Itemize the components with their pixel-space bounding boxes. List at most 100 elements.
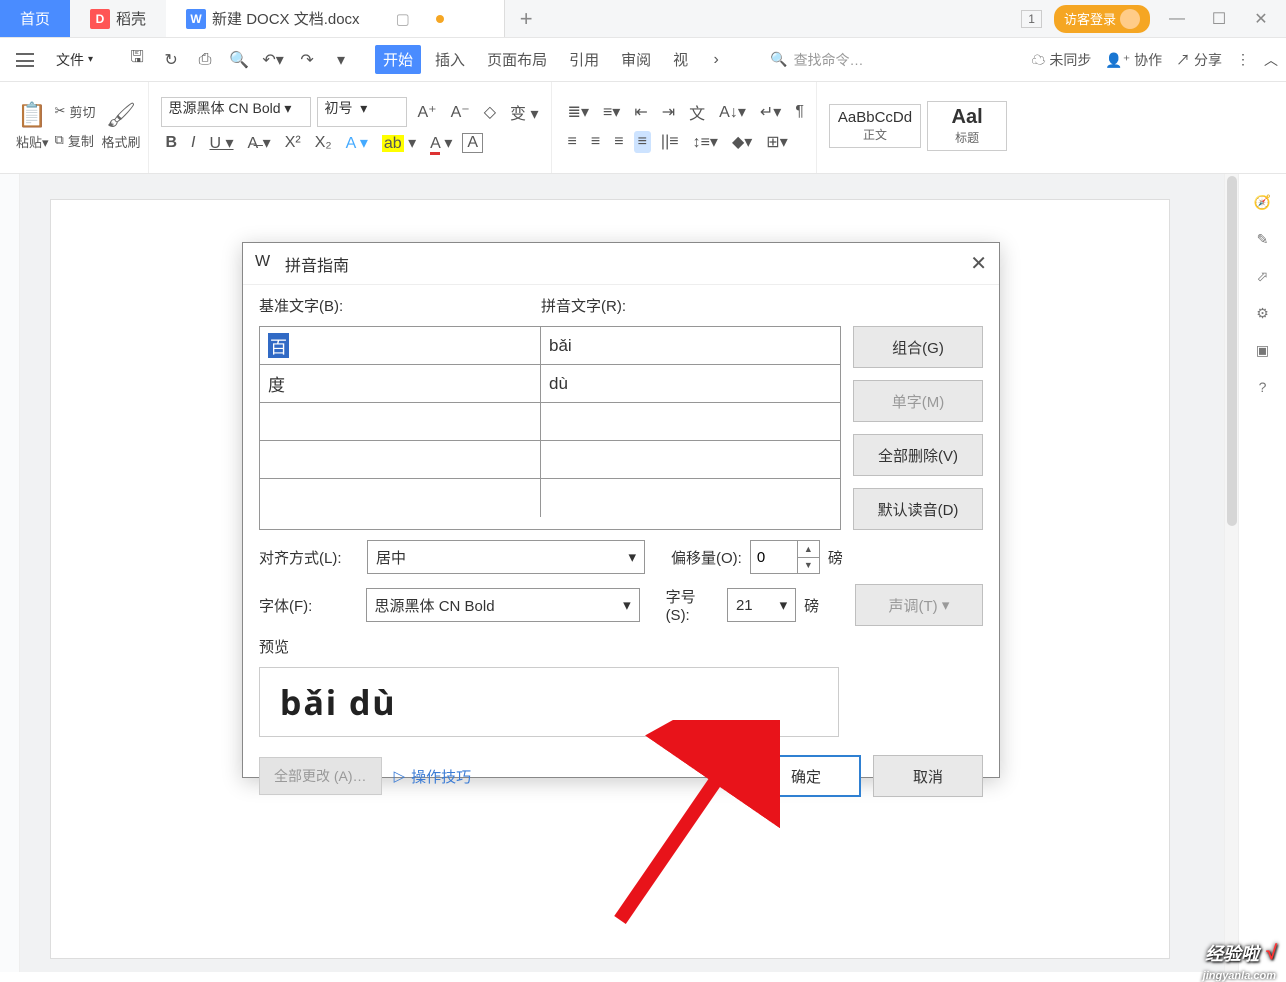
print-preview-icon[interactable]: 🔍 bbox=[225, 50, 253, 70]
menu-start[interactable]: 开始 bbox=[375, 45, 421, 74]
delete-all-button[interactable]: 全部删除(V) bbox=[853, 434, 983, 476]
menu-review[interactable]: 审阅 bbox=[613, 45, 659, 74]
align-right-button[interactable]: ≡ bbox=[610, 131, 627, 153]
menu-view[interactable]: 视 bbox=[665, 45, 696, 74]
number-list-button[interactable]: ≡▾ bbox=[599, 100, 624, 124]
distribute-button[interactable]: ||≡ bbox=[657, 131, 683, 153]
select-icon[interactable]: ⬀ bbox=[1257, 268, 1269, 285]
dialog-titlebar[interactable]: W 拼音指南 ✕ bbox=[243, 243, 999, 285]
tips-link[interactable]: ▷ 操作技巧 bbox=[394, 766, 472, 787]
paste-button[interactable]: 📋 粘贴▾ bbox=[16, 101, 49, 151]
text-direction-button[interactable]: 文 bbox=[685, 98, 709, 126]
dialog-close-button[interactable]: ✕ bbox=[970, 251, 987, 276]
add-tab-button[interactable]: + bbox=[505, 6, 548, 32]
align-justify-button[interactable]: ≡ bbox=[634, 131, 651, 153]
format-painter-button[interactable]: 🖌 格式刷 bbox=[101, 101, 140, 151]
tab-daoke[interactable]: D 稻壳 bbox=[70, 0, 166, 37]
style-normal[interactable]: AaBbCcDd 正文 bbox=[829, 104, 921, 148]
scroll-thumb[interactable] bbox=[1227, 176, 1237, 526]
line-spacing-button[interactable]: ↕≡▾ bbox=[689, 130, 722, 154]
menu-page-layout[interactable]: 页面布局 bbox=[479, 45, 555, 74]
offset-spinner[interactable]: ▲▼ bbox=[750, 540, 820, 574]
settings-slider-icon[interactable]: ⚙ bbox=[1256, 305, 1269, 322]
highlight-button[interactable]: ab ▾ bbox=[378, 131, 420, 155]
close-window-button[interactable]: ✕ bbox=[1246, 9, 1276, 29]
window-count-badge[interactable]: 1 bbox=[1021, 10, 1042, 28]
char-border-button[interactable]: A bbox=[462, 133, 483, 153]
base-cell[interactable]: 百 bbox=[260, 327, 541, 365]
navigate-icon[interactable]: 🧭 bbox=[1254, 194, 1271, 211]
hamburger-button[interactable] bbox=[8, 49, 42, 71]
menu-reference[interactable]: 引用 bbox=[561, 45, 607, 74]
file-menu[interactable]: 文件▾ bbox=[48, 46, 101, 74]
sync-icon[interactable]: ↻ bbox=[157, 50, 185, 70]
tab-home[interactable]: 首页 bbox=[0, 0, 70, 37]
minimize-button[interactable]: — bbox=[1162, 10, 1192, 28]
menu-insert[interactable]: 插入 bbox=[427, 45, 473, 74]
login-button[interactable]: 访客登录 bbox=[1054, 5, 1150, 33]
text-effects-button[interactable]: A ▾ bbox=[342, 131, 372, 155]
base-cell[interactable] bbox=[260, 479, 541, 517]
collapse-ribbon-icon[interactable]: ︿ bbox=[1264, 50, 1278, 70]
default-reading-button[interactable]: 默认读音(D) bbox=[853, 488, 983, 530]
font-select[interactable]: 思源黑体 CN Bold▾ bbox=[366, 588, 640, 622]
decrease-indent-button[interactable]: ⇤ bbox=[630, 100, 651, 124]
base-cell[interactable]: 度 bbox=[260, 365, 541, 403]
size-select[interactable]: 21▾ bbox=[727, 588, 796, 622]
share-button[interactable]: ↗ 分享 bbox=[1176, 50, 1222, 70]
pinyin-cell[interactable] bbox=[541, 441, 840, 479]
vertical-scrollbar[interactable] bbox=[1224, 174, 1238, 972]
toolbox-icon[interactable]: ▣ bbox=[1256, 342, 1269, 359]
superscript-button[interactable]: X² bbox=[281, 132, 305, 154]
combine-button[interactable]: 组合(G) bbox=[853, 326, 983, 368]
cut-button[interactable]: ✂剪切 bbox=[55, 102, 96, 121]
grow-font-button[interactable]: A⁺ bbox=[413, 100, 440, 124]
print-icon[interactable]: ⎙ bbox=[191, 51, 219, 69]
show-marks-button[interactable]: ¶ bbox=[791, 101, 808, 123]
base-cell[interactable] bbox=[260, 403, 541, 441]
pinyin-cell[interactable] bbox=[541, 403, 840, 441]
strikethrough-button[interactable]: A̶ ▾ bbox=[244, 131, 275, 155]
maximize-button[interactable]: ☐ bbox=[1204, 9, 1234, 29]
pinyin-cell[interactable]: dù bbox=[541, 365, 840, 403]
alignment-select[interactable]: 居中▾ bbox=[367, 540, 645, 574]
align-left-button[interactable]: ≡ bbox=[564, 131, 581, 153]
increase-indent-button[interactable]: ⇥ bbox=[658, 100, 679, 124]
borders-button[interactable]: ⊞▾ bbox=[762, 130, 791, 154]
bold-button[interactable]: B bbox=[161, 132, 181, 154]
shading-button[interactable]: ◆▾ bbox=[728, 130, 756, 154]
redo-button[interactable]: ↷ bbox=[293, 50, 321, 70]
collab-button[interactable]: 👤⁺ 协作 bbox=[1105, 50, 1162, 70]
menu-scroll-right[interactable]: › bbox=[702, 51, 730, 69]
pen-icon[interactable]: ✎ bbox=[1257, 231, 1269, 248]
align-center-button[interactable]: ≡ bbox=[587, 131, 604, 153]
underline-button[interactable]: U ▾ bbox=[206, 131, 238, 155]
spin-up[interactable]: ▲ bbox=[798, 541, 819, 558]
font-color-button[interactable]: A ▾ bbox=[426, 131, 456, 155]
font-name-select[interactable]: 思源黑体 CN Bold ▾ bbox=[161, 97, 311, 127]
cancel-button[interactable]: 取消 bbox=[873, 755, 983, 797]
shrink-font-button[interactable]: A⁻ bbox=[447, 100, 474, 124]
style-heading[interactable]: Aal 标题 bbox=[927, 101, 1007, 151]
italic-button[interactable]: I bbox=[187, 132, 199, 154]
presentation-mode-icon[interactable]: ▢ bbox=[396, 10, 410, 28]
copy-button[interactable]: ⧉复制 bbox=[55, 131, 96, 150]
sort-button[interactable]: A↓▾ bbox=[715, 100, 750, 124]
base-cell[interactable] bbox=[260, 441, 541, 479]
undo-button[interactable]: ↶▾ bbox=[259, 50, 287, 70]
command-search[interactable]: 🔍 查找命令… bbox=[762, 50, 871, 70]
spin-down[interactable]: ▼ bbox=[798, 558, 819, 574]
offset-input[interactable] bbox=[751, 541, 797, 573]
ok-button[interactable]: 确定 bbox=[751, 755, 861, 797]
save-icon[interactable]: 🖫 bbox=[123, 46, 151, 73]
phonetic-guide-button[interactable]: 变 ▾ bbox=[506, 98, 542, 126]
font-size-select[interactable]: 初号 ▾ bbox=[317, 97, 407, 127]
help-icon[interactable]: ? bbox=[1259, 379, 1267, 395]
more-options-icon[interactable]: ⋮ bbox=[1236, 51, 1250, 68]
pinyin-cell[interactable]: bǎi bbox=[541, 327, 840, 365]
pinyin-cell[interactable] bbox=[541, 479, 840, 517]
cloud-unsync-button[interactable]: ☁ 未同步 bbox=[1032, 50, 1092, 70]
clear-format-button[interactable]: ◇ bbox=[480, 100, 500, 124]
more-quick-access[interactable]: ▾ bbox=[327, 50, 355, 70]
subscript-button[interactable]: X₂ bbox=[311, 132, 336, 154]
